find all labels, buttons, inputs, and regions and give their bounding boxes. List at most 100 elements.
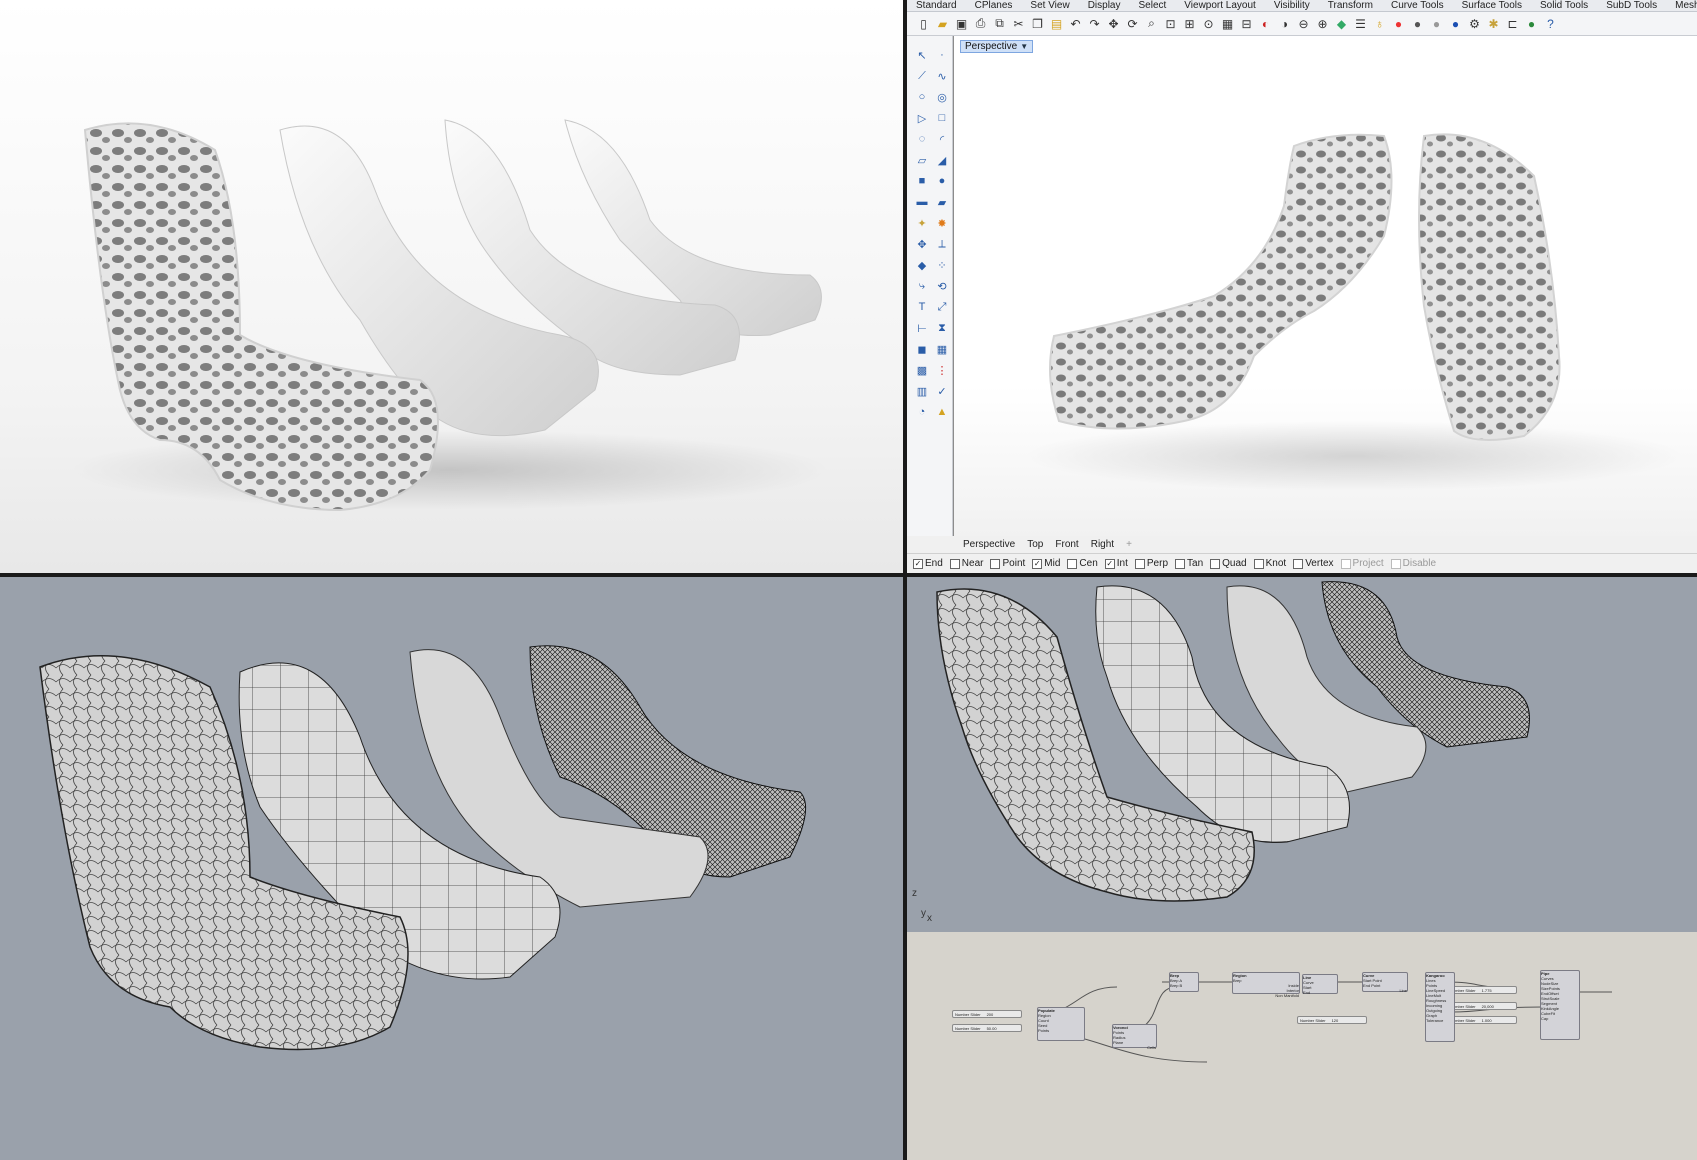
- gh-output-param[interactable]: Non Manifold: [1233, 993, 1299, 998]
- paste-icon[interactable]: ▤: [1048, 15, 1065, 32]
- osnap-vertex[interactable]: Vertex: [1293, 558, 1334, 569]
- osnap-checkbox[interactable]: [990, 558, 1001, 569]
- zoom-window-icon[interactable]: ⊡: [1162, 15, 1179, 32]
- viewport-layout-icon[interactable]: ▦: [1219, 15, 1236, 32]
- solid-icon[interactable]: ◼: [913, 340, 931, 358]
- unlock-icon[interactable]: ⊕: [1314, 15, 1331, 32]
- render-icon[interactable]: ▲: [933, 403, 951, 421]
- four-view-icon[interactable]: ⊟: [1238, 15, 1255, 32]
- bulb-icon[interactable]: ♁: [1371, 15, 1388, 32]
- tab-viewport-layout[interactable]: Viewport Layout: [1175, 0, 1265, 11]
- dimension-icon[interactable]: ⊢: [913, 319, 931, 337]
- ellipse-icon[interactable]: ◌: [913, 130, 931, 148]
- tab-set-view[interactable]: Set View: [1021, 0, 1078, 11]
- number-slider[interactable]: Number Slider 1.000: [1447, 1016, 1517, 1024]
- polygon-icon[interactable]: ▷: [913, 109, 931, 127]
- gh-input-param[interactable]: Points: [1038, 1028, 1084, 1033]
- spacer-icon[interactable]: ⊏: [1504, 15, 1521, 32]
- layer-icon[interactable]: ◆: [1333, 15, 1350, 32]
- number-slider[interactable]: Number Slider 1.775: [1447, 986, 1517, 994]
- material-sphere-icon[interactable]: ●: [1447, 15, 1464, 32]
- gear-icon[interactable]: ✱: [1485, 15, 1502, 32]
- tab-standard[interactable]: Standard: [907, 0, 966, 11]
- array-icon[interactable]: ▩: [913, 361, 931, 379]
- tab-display[interactable]: Display: [1079, 0, 1130, 11]
- tab-right[interactable]: Right: [1085, 539, 1120, 550]
- help-icon[interactable]: ?: [1542, 15, 1559, 32]
- osnap-checkbox[interactable]: [1067, 558, 1078, 569]
- gh-component[interactable]: Brep Brep A Brep B: [1169, 972, 1199, 992]
- color-wheel-icon[interactable]: ●: [1390, 15, 1407, 32]
- osnap-perp[interactable]: Perp: [1134, 558, 1168, 569]
- tab-front[interactable]: Front: [1049, 539, 1084, 550]
- osnap-checkbox[interactable]: [949, 558, 960, 569]
- number-slider[interactable]: Number Slider 50.00: [952, 1024, 1022, 1032]
- extrude-icon[interactable]: ▰: [933, 193, 951, 211]
- gh-component[interactable]: Populate Region Count Seed Points: [1037, 1007, 1085, 1041]
- zoom-icon[interactable]: ⌕: [1143, 15, 1160, 32]
- gh-input-param[interactable]: Brep B: [1170, 983, 1198, 988]
- osnap-checkbox[interactable]: ✓: [913, 558, 923, 569]
- osnap-mid[interactable]: ✓ Mid: [1032, 558, 1060, 569]
- number-slider[interactable]: Number Slider 120: [1297, 1016, 1367, 1024]
- polyline-icon[interactable]: ⟋: [913, 67, 931, 85]
- osnap-knot[interactable]: Knot: [1253, 558, 1286, 569]
- arc-icon[interactable]: ◜: [933, 130, 951, 148]
- gumball-icon[interactable]: ⋮: [933, 361, 951, 379]
- osnap-checkbox[interactable]: [1134, 558, 1145, 569]
- osnap-checkbox[interactable]: ✓: [1104, 558, 1115, 569]
- tab-select[interactable]: Select: [1130, 0, 1176, 11]
- fillet-icon[interactable]: ✸: [933, 214, 951, 232]
- curve-icon[interactable]: ∿: [933, 67, 951, 85]
- box-icon[interactable]: ■: [913, 172, 931, 190]
- osnap-checkbox[interactable]: [1390, 558, 1401, 569]
- tab-subd-tools[interactable]: SubD Tools: [1597, 0, 1666, 11]
- osnap-checkbox[interactable]: [1253, 558, 1264, 569]
- select-icon[interactable]: ↖: [913, 46, 931, 64]
- gh-output-param[interactable]: Cells: [1113, 1045, 1156, 1050]
- properties-icon[interactable]: ☰: [1352, 15, 1369, 32]
- text-icon[interactable]: T: [913, 298, 931, 316]
- tab-mesh-tools[interactable]: Mesh Tools: [1666, 0, 1697, 11]
- gh-component[interactable]: Pipe Curves NodeSize SizePoints EndOffset Str…: [1540, 970, 1580, 1040]
- osnap-tan[interactable]: Tan: [1175, 558, 1203, 569]
- redo-icon[interactable]: ↷: [1086, 15, 1103, 32]
- zoom-selected-icon[interactable]: ⊙: [1200, 15, 1217, 32]
- join-icon[interactable]: ◆: [913, 256, 931, 274]
- gh-component[interactable]: Region Brep Inside Interior Non Manifold: [1232, 972, 1300, 998]
- gh-output-param[interactable]: Line: [1363, 988, 1407, 993]
- save-icon[interactable]: ▣: [953, 15, 970, 32]
- shaded-sphere-icon[interactable]: ●: [1409, 15, 1426, 32]
- surface-icon[interactable]: ▱: [913, 151, 931, 169]
- rectangle-icon[interactable]: □: [933, 109, 951, 127]
- gh-component[interactable]: Kangaroo Lines Points LineSpeed LineMult Roug…: [1425, 972, 1455, 1042]
- hide-icon[interactable]: ◐: [1257, 15, 1274, 32]
- cylinder-icon[interactable]: ▬: [913, 193, 931, 211]
- tab-visibility[interactable]: Visibility: [1265, 0, 1319, 11]
- rotate-tool-icon[interactable]: ⟲: [933, 277, 951, 295]
- osnap-project[interactable]: Project: [1340, 558, 1384, 569]
- gh-component[interactable]: Voronoi Points Radius Plane Cells: [1112, 1024, 1157, 1050]
- sphere-icon[interactable]: ●: [933, 172, 951, 190]
- boolean-icon[interactable]: ✦: [913, 214, 931, 232]
- offset-icon[interactable]: ⤷: [913, 277, 931, 295]
- add-view-tab[interactable]: +: [1120, 539, 1138, 550]
- gh-input-param[interactable]: End: [1303, 990, 1337, 995]
- osnap-disable[interactable]: Disable: [1390, 558, 1436, 569]
- osnap-end[interactable]: ✓ End: [913, 558, 943, 569]
- print-icon[interactable]: ⎙: [972, 15, 989, 32]
- undo-icon[interactable]: ↶: [1067, 15, 1084, 32]
- number-slider[interactable]: Number Slider 200: [952, 1010, 1022, 1018]
- gh-input-param[interactable]: Cap: [1541, 1016, 1579, 1021]
- perspective-viewport[interactable]: Perspective ▼: [953, 36, 1697, 536]
- sweep-icon[interactable]: ◢: [933, 151, 951, 169]
- rendered-sphere-icon[interactable]: ●: [1428, 15, 1445, 32]
- rotate-icon[interactable]: ⟳: [1124, 15, 1141, 32]
- circle-center-icon[interactable]: ◎: [933, 88, 951, 106]
- tab-top[interactable]: Top: [1021, 539, 1049, 550]
- check-icon[interactable]: ✓: [933, 382, 951, 400]
- options-icon[interactable]: ⚙: [1466, 15, 1483, 32]
- mirror-icon[interactable]: ⧗: [933, 319, 951, 337]
- tab-cplanes[interactable]: CPlanes: [966, 0, 1022, 11]
- tab-solid-tools[interactable]: Solid Tools: [1531, 0, 1597, 11]
